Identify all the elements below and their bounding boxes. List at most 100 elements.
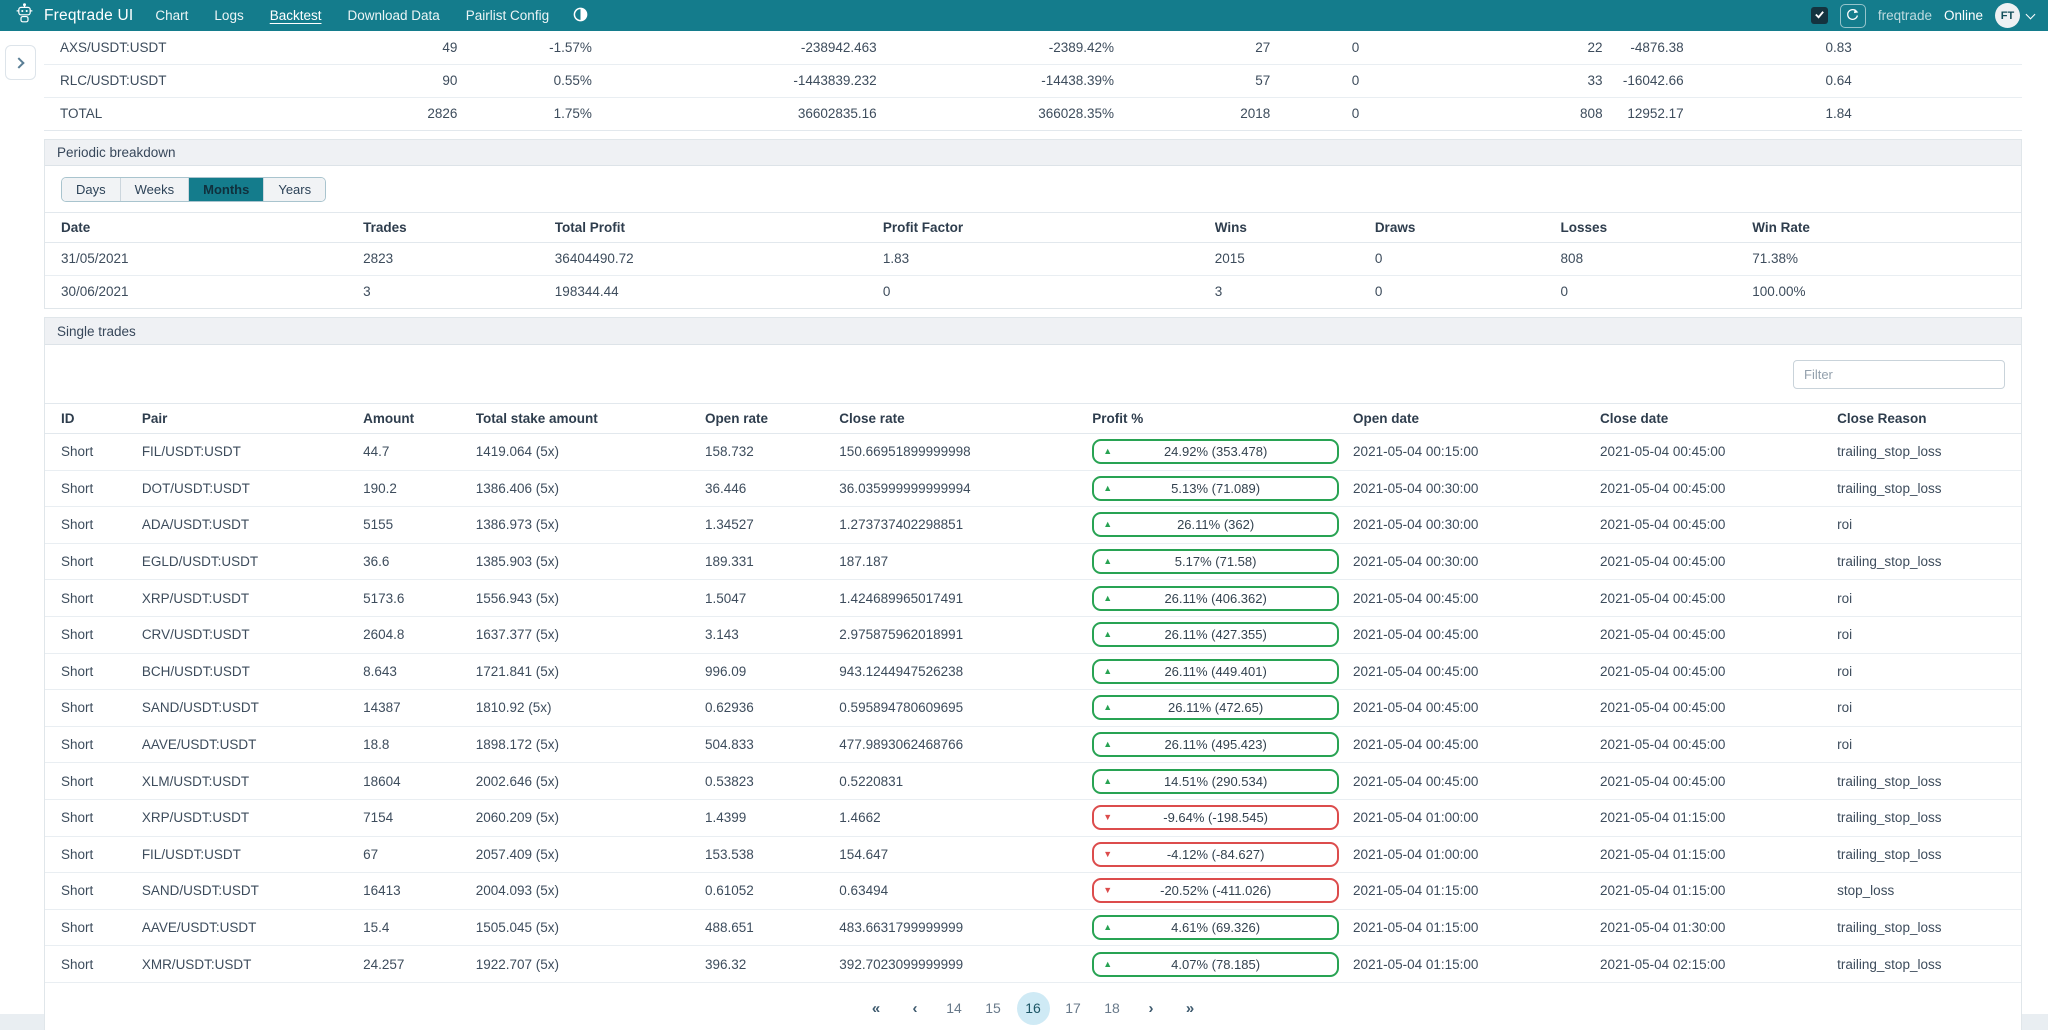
single-trades-header: Single trades [45,318,2021,345]
profit-cell: ▼ -20.52% (-411.026) [1092,873,1353,910]
close-reason-cell: trailing_stop_loss [1837,470,2021,507]
nav-item-chart[interactable]: Chart [155,8,188,23]
trade-row[interactable]: Short CRV/USDT:USDT 2604.8 1637.377 (5x)… [45,616,2021,653]
page-17[interactable]: 17 [1058,992,1089,1025]
close-date-cell: 2021-05-04 00:45:00 [1600,434,1837,471]
col-amount[interactable]: Amount [363,404,476,434]
col-total-stake[interactable]: Total stake amount [476,404,705,434]
col-pair[interactable]: Pair [142,404,363,434]
open-rate-cell: 3.143 [705,616,839,653]
next-page-button[interactable]: › [1136,992,1167,1025]
nav-item-download-data[interactable]: Download Data [347,8,439,23]
page-16[interactable]: 16 [1017,992,1050,1025]
col-id[interactable]: ID [45,404,142,434]
trades-filter-input[interactable] [1793,360,2005,389]
stake-cell: 2002.646 (5x) [476,763,705,800]
expand-sidebar-button[interactable] [5,45,36,80]
robot-icon [14,3,35,29]
trades-cell: 2826 [341,97,460,130]
trades-cell: 90 [341,64,460,97]
trade-row[interactable]: Short BCH/USDT:USDT 8.643 1721.841 (5x) … [45,653,2021,690]
close-reason-cell: trailing_stop_loss [1837,543,2021,580]
close-reason-cell: trailing_stop_loss [1837,434,2021,471]
page-14[interactable]: 14 [939,992,970,1025]
profit-up-icon: ▲ [1103,777,1112,786]
id-cell: Short [45,726,142,763]
prev-page-button[interactable]: ‹ [900,992,931,1025]
profit-up-icon: ▲ [1103,740,1112,749]
col-close-rate[interactable]: Close rate [839,404,1092,434]
id-cell: Short [45,543,142,580]
open-rate-cell: 996.09 [705,653,839,690]
wins-cell: 2015 [1215,242,1375,275]
col-open-date[interactable]: Open date [1353,404,1600,434]
summary-row[interactable]: AXS/USDT:USDT 49 -1.57% -238942.463 -238… [44,31,2022,64]
draws-cell: 0 [1272,31,1361,64]
stake-cell: 1385.903 (5x) [476,543,705,580]
open-rate-cell: 1.4399 [705,799,839,836]
user-menu[interactable]: FT [1995,3,2034,28]
profit-badge: ▲ 26.11% (362) [1092,512,1339,537]
col-open-rate[interactable]: Open rate [705,404,839,434]
trade-row[interactable]: Short XLM/USDT:USDT 18604 2002.646 (5x) … [45,763,2021,800]
right-gutter [2022,31,2048,1014]
trade-row[interactable]: Short AAVE/USDT:USDT 15.4 1505.045 (5x) … [45,909,2021,946]
periodic-breakdown-card: Periodic breakdown DaysWeeksMonthsYears … [44,139,2022,310]
profit-up-icon: ▲ [1103,923,1112,932]
trade-row[interactable]: Short XMR/USDT:USDT 24.257 1922.707 (5x)… [45,946,2021,983]
bot-health-checkbox[interactable] [1811,7,1828,24]
trade-row[interactable]: Short AAVE/USDT:USDT 18.8 1898.172 (5x) … [45,726,2021,763]
page-15[interactable]: 15 [978,992,1009,1025]
trade-row[interactable]: Short EGLD/USDT:USDT 36.6 1385.903 (5x) … [45,543,2021,580]
tab-months[interactable]: Months [188,178,263,201]
trade-row[interactable]: Short XRP/USDT:USDT 5173.6 1556.943 (5x)… [45,580,2021,617]
col-profit-pct[interactable]: Profit % [1092,404,1353,434]
col-close-date[interactable]: Close date [1600,404,1837,434]
reload-button[interactable] [1840,4,1866,28]
periodic-row[interactable]: 30/06/2021 3 198344.44 0 3 0 0 100.00% [45,275,2021,308]
brand[interactable]: Freqtrade UI [14,3,133,29]
stake-cell: 1637.377 (5x) [476,616,705,653]
trade-row[interactable]: Short FIL/USDT:USDT 44.7 1419.064 (5x) 1… [45,434,2021,471]
open-rate-cell: 189.331 [705,543,839,580]
amount-cell: 2604.8 [363,616,476,653]
summary-row[interactable]: RLC/USDT:USDT 90 0.55% -1443839.232 -144… [44,64,2022,97]
tab-weeks[interactable]: Weeks [120,178,189,201]
close-date-cell: 2021-05-04 02:15:00 [1600,946,1837,983]
profit-badge: ▲ 26.11% (406.362) [1092,586,1339,611]
trade-row[interactable]: Short ADA/USDT:USDT 5155 1386.973 (5x) 1… [45,507,2021,544]
trade-row[interactable]: Short SAND/USDT:USDT 16413 2004.093 (5x)… [45,873,2021,910]
trade-row[interactable]: Short FIL/USDT:USDT 67 2057.409 (5x) 153… [45,836,2021,873]
close-date-cell: 2021-05-04 01:15:00 [1600,799,1837,836]
profit-badge: ▲ 26.11% (449.401) [1092,659,1339,684]
trade-row[interactable]: Short DOT/USDT:USDT 190.2 1386.406 (5x) … [45,470,2021,507]
trade-row[interactable]: Short XRP/USDT:USDT 7154 2060.209 (5x) 1… [45,799,2021,836]
pair-cell: XRP/USDT:USDT [142,580,363,617]
first-page-button[interactable]: « [861,992,892,1025]
id-cell: Short [45,507,142,544]
col-close-reason[interactable]: Close Reason [1837,404,2021,434]
total-profit-pct-cell: -14438.39% [879,64,1116,97]
nav-item-backtest[interactable]: Backtest [270,8,322,23]
tab-days[interactable]: Days [62,178,120,201]
total-profit-cell: -1443839.232 [594,64,879,97]
losses-cell: 22 [1361,31,1604,64]
id-cell: Short [45,653,142,690]
refresh-icon [1846,8,1859,24]
nav-item-pairlist-config[interactable]: Pairlist Config [466,8,549,23]
last-page-button[interactable]: » [1175,992,1206,1025]
profit-badge: ▲ 26.11% (427.355) [1092,622,1339,647]
trade-row[interactable]: Short SAND/USDT:USDT 14387 1810.92 (5x) … [45,690,2021,727]
draws-cell: 0 [1375,275,1561,308]
summary-row[interactable]: TOTAL 2826 1.75% 36602835.16 366028.35% … [44,97,2022,130]
id-cell: Short [45,873,142,910]
amount-cell: 190.2 [363,470,476,507]
amount-cell: 67 [363,836,476,873]
amount-cell: 16413 [363,873,476,910]
periodic-row[interactable]: 31/05/2021 2823 36404490.72 1.83 2015 0 … [45,242,2021,275]
theme-toggle-button[interactable] [573,7,588,25]
tab-years[interactable]: Years [263,178,325,201]
profit-up-icon: ▲ [1103,960,1112,969]
page-18[interactable]: 18 [1097,992,1128,1025]
nav-item-logs[interactable]: Logs [214,8,243,23]
